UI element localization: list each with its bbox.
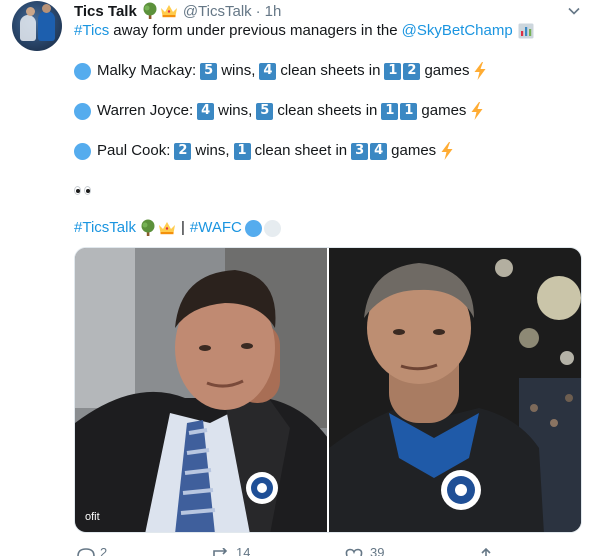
keycap-digit: 4 — [259, 62, 277, 80]
author-name[interactable]: Tics Talk — [74, 3, 137, 20]
like-count: 39 — [370, 547, 385, 556]
clean-sheets-label: clean sheets in — [280, 62, 381, 79]
reply-count: 2 — [100, 547, 108, 556]
bar-chart-icon — [518, 23, 534, 39]
manager-name: Malky Mackay: — [97, 62, 197, 79]
retweet-count: 14 — [236, 547, 251, 556]
keycap-digit: 4 — [197, 102, 215, 120]
eye-shape — [84, 185, 91, 195]
avatar[interactable] — [12, 1, 62, 51]
manager-name: Paul Cook: — [97, 142, 171, 159]
tweet-timestamp[interactable]: 1h — [265, 3, 282, 20]
keycap-digit: 1 — [233, 142, 251, 160]
manager-line: Warren Joyce: 4 wins, 5 clean sheets in … — [74, 101, 484, 121]
manager-name: Warren Joyce: — [97, 102, 194, 119]
avatar-figure — [26, 7, 35, 16]
avatar-figure — [42, 4, 51, 13]
keycap-digit: 5 — [200, 62, 218, 80]
hashtag-link[interactable]: #TicsTalk — [74, 218, 136, 238]
lightning-icon — [441, 142, 453, 160]
tweet-line-intro: #Tics away form under previous managers … — [74, 21, 534, 41]
games-label: games — [424, 62, 470, 79]
keycap-digit: 5 — [256, 102, 274, 120]
games-label: games — [421, 102, 467, 119]
keycap-digit: 3 — [351, 142, 369, 160]
eye-shape — [74, 185, 81, 195]
retweet-icon[interactable] — [210, 548, 232, 556]
keycap-digit: 2 — [403, 62, 421, 80]
wins-label: wins, — [195, 142, 230, 159]
heart-icon[interactable] — [344, 548, 364, 556]
tweet-media[interactable]: ofit — [74, 247, 582, 533]
eyes-icon — [74, 185, 91, 195]
manager-line: Paul Cook: 2 wins, 1 clean sheet in 3 4 … — [74, 141, 454, 161]
games-count: 3 4 — [351, 142, 388, 160]
games-count: 1 1 — [381, 102, 418, 120]
mention-link[interactable]: @SkyBetChamp — [402, 21, 513, 41]
reply-icon[interactable] — [76, 548, 96, 556]
blue-circle-icon — [74, 142, 91, 160]
blue-circle-icon — [74, 62, 91, 80]
chevron-down-icon[interactable] — [567, 4, 581, 18]
manager-line: Malky Mackay: 5 wins, 4 clean sheets in … — [74, 61, 487, 81]
keycap-digit: 4 — [370, 142, 388, 160]
games-label: games — [391, 142, 437, 159]
crown-icon — [158, 222, 175, 235]
lightning-icon — [471, 102, 483, 120]
wins-label: wins, — [221, 62, 256, 79]
blue-circle-icon — [74, 102, 91, 120]
photo-warren-joyce[interactable] — [329, 248, 581, 532]
blue-circle-icon — [244, 219, 262, 237]
white-circle-icon — [263, 219, 281, 237]
share-icon[interactable] — [478, 548, 494, 556]
hashtags-line: #TicsTalk | #WAFC — [74, 218, 281, 238]
hashtag-separator: | — [180, 219, 185, 236]
photo-illustration: ofit — [75, 248, 327, 532]
tweet-header: Tics Talk @TicsTalk · 1h — [74, 2, 281, 20]
deciduous-tree-icon — [141, 219, 155, 236]
clean-sheets-label: clean sheets in — [277, 102, 378, 119]
deciduous-tree-icon — [143, 2, 157, 19]
author-emoji-badge — [141, 2, 178, 20]
time-separator: · — [255, 2, 261, 20]
lightning-icon — [474, 62, 486, 80]
avatar-figure — [38, 11, 55, 41]
hashtag-link[interactable]: #WAFC — [190, 218, 242, 238]
keycap-digit: 2 — [174, 142, 192, 160]
photo-illustration — [329, 248, 581, 532]
tweet-text-span: away form under previous managers in the — [113, 22, 398, 39]
photo-malky-mackay[interactable]: ofit — [75, 248, 327, 532]
keycap-digit: 1 — [381, 102, 399, 120]
author-handle[interactable]: @TicsTalk — [183, 3, 252, 20]
wins-label: wins, — [218, 102, 253, 119]
keycap-digit: 1 — [384, 62, 402, 80]
games-count: 1 2 — [384, 62, 421, 80]
hashtag-link[interactable]: #Tics — [74, 21, 109, 41]
eyes-line — [74, 180, 91, 200]
clean-sheets-label: clean sheet in — [254, 142, 348, 159]
crown-icon — [160, 5, 177, 18]
avatar-figure — [20, 15, 36, 41]
svg-text:ofit: ofit — [85, 511, 100, 523]
keycap-digit: 1 — [400, 102, 418, 120]
